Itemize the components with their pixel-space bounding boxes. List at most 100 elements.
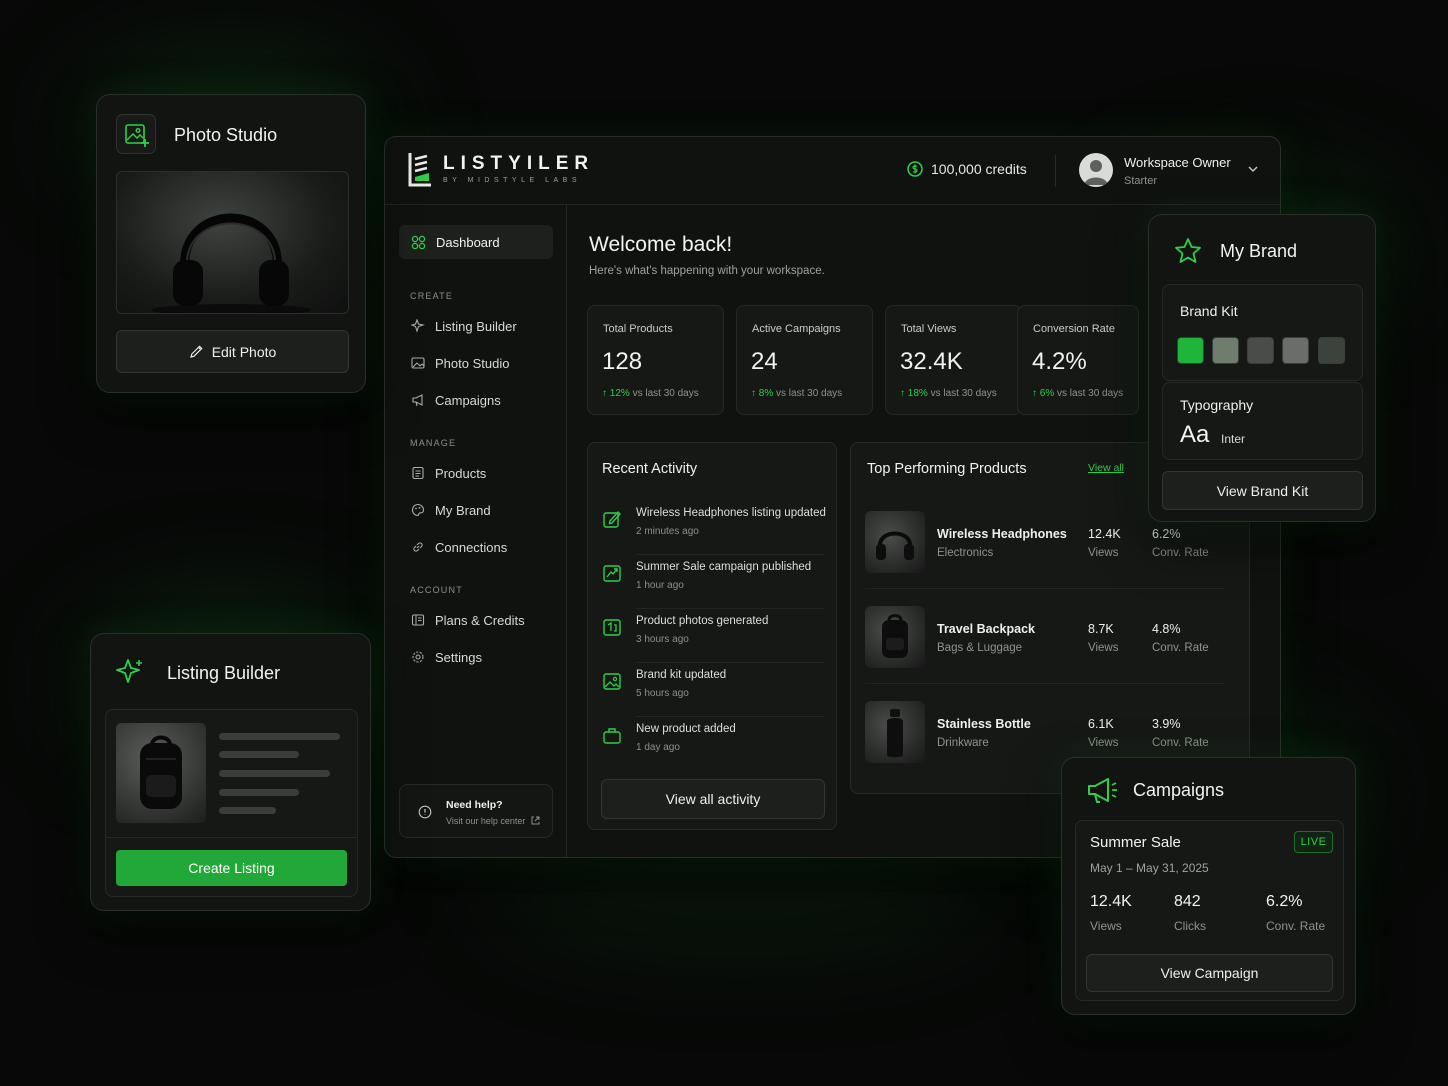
sidebar-item-connections[interactable]: Connections (399, 530, 553, 564)
stat-card-total-views[interactable]: Total Views 32.4K ↑ 18% vs last 30 days (885, 305, 1022, 415)
sidebar-item-photo-studio[interactable]: Photo Studio (399, 346, 553, 380)
image-icon (603, 673, 621, 690)
campaign-panel[interactable]: Summer Sale LIVE May 1 – May 31, 2025 12… (1075, 820, 1344, 1001)
product-category: Drinkware (937, 737, 989, 749)
card-title: Listing Builder (167, 663, 281, 683)
link-icon (413, 542, 423, 552)
list-item[interactable]: New product added 1 day ago (602, 717, 824, 771)
button-label: Edit Photo (211, 343, 277, 360)
gear-icon (412, 651, 424, 663)
product-conversion: 6.2% (1152, 527, 1181, 541)
activity-text: Summer Sale campaign published (636, 561, 812, 573)
section-account: ACCOUNT (410, 585, 463, 595)
color-swatch[interactable] (1282, 337, 1309, 364)
stat-change: ↑ 18% vs last 30 days (900, 388, 997, 399)
view-all-activity-button[interactable]: View all activity (601, 779, 825, 819)
divider (865, 588, 1225, 589)
edit-photo-button[interactable]: Edit Photo (116, 330, 349, 373)
sidebar-item-campaigns[interactable]: Campaigns (399, 383, 553, 417)
brand-kit-label: Brand Kit (1180, 303, 1238, 319)
megaphone-icon (1088, 778, 1117, 803)
stat-change: ↑ 6% vs last 30 days (1032, 388, 1124, 399)
typography-label: Typography (1180, 397, 1254, 413)
placeholder-line (219, 807, 276, 814)
megaphone-icon (412, 394, 423, 407)
list-item[interactable]: Product photos generated 3 hours ago (602, 609, 824, 663)
sidebar: Dashboard CREATE Listing Builder Photo S… (385, 205, 567, 857)
clicks-label: Clicks (1174, 919, 1206, 933)
divider (1055, 155, 1056, 187)
brand-kit-panel[interactable]: Brand Kit (1162, 284, 1363, 381)
campaign-dates: May 1 – May 31, 2025 (1090, 861, 1209, 875)
avatar[interactable] (1079, 153, 1113, 187)
create-listing-button[interactable]: Create Listing (116, 850, 347, 886)
card-title: Campaigns (1133, 780, 1225, 800)
activity-text: Product photos generated (636, 615, 769, 627)
dashboard-icon (411, 235, 426, 249)
list-item[interactable]: Brand kit updated 5 hours ago (602, 663, 824, 717)
panel-title: Top Performing Products (867, 461, 1027, 477)
typography-panel[interactable]: Typography Aa Inter (1162, 382, 1363, 460)
product-views: 8.7K (1088, 622, 1114, 636)
sidebar-item-listing-builder[interactable]: Listing Builder (399, 309, 553, 343)
stat-value: 32.4K (900, 348, 963, 375)
views-label: Views (1090, 919, 1122, 933)
palette-icon (411, 503, 425, 517)
help-title: Need help? (446, 799, 503, 811)
sidebar-item-plans[interactable]: Plans & Credits (399, 603, 553, 637)
add-image-icon (125, 124, 149, 147)
conversion-label: Conv. Rate (1152, 547, 1209, 559)
card-title: My Brand (1220, 241, 1298, 261)
activity-time: 1 day ago (636, 742, 680, 753)
stat-card-total-products[interactable]: Total Products 128 ↑ 12% vs last 30 days (587, 305, 724, 415)
product-photo[interactable] (116, 171, 349, 314)
color-swatch[interactable] (1177, 337, 1204, 364)
chevron-down-icon[interactable] (1247, 163, 1259, 175)
view-campaign-button[interactable]: View Campaign (1086, 954, 1333, 992)
view-brand-kit-button[interactable]: View Brand Kit (1162, 471, 1363, 510)
page-subtitle: Here's what's happening with your worksp… (589, 265, 825, 277)
workspace-name: Workspace Owner (1124, 155, 1231, 170)
placeholder-line (219, 751, 299, 758)
table-row[interactable]: Travel Backpack Bags & Luggage 8.7K View… (865, 602, 1225, 684)
credits-display[interactable]: 100,000 credits (907, 161, 1027, 177)
logo-icon (408, 153, 431, 187)
section-manage: MANAGE (410, 438, 457, 448)
color-swatch[interactable] (1247, 337, 1274, 364)
stat-card-active-campaigns[interactable]: Active Campaigns 24 ↑ 8% vs last 30 days (736, 305, 873, 415)
stat-label: Total Products (603, 323, 673, 335)
sidebar-item-label: My Brand (435, 502, 491, 518)
list-item[interactable]: Summer Sale campaign published 1 hour ag… (602, 555, 824, 609)
activity-text: Brand kit updated (636, 669, 727, 681)
top-bar: LISTYILER BY MIDSTYLE LABS 100,000 credi… (385, 137, 1280, 205)
sparkle-icon (116, 659, 142, 683)
listing-preview: Create Listing (105, 709, 358, 897)
views-label: Views (1088, 737, 1119, 749)
status-badge: LIVE (1294, 831, 1333, 853)
backpack-icon (882, 614, 908, 658)
sidebar-item-settings[interactable]: Settings (399, 640, 553, 674)
sidebar-item-dashboard[interactable]: Dashboard (399, 225, 553, 259)
list-item[interactable]: Wireless Headphones listing updated 2 mi… (602, 501, 826, 555)
stat-card-conversion-rate[interactable]: Conversion Rate 4.2% ↑ 6% vs last 30 day… (1017, 305, 1139, 415)
headphones-icon (876, 531, 914, 560)
sidebar-item-products[interactable]: Products (399, 456, 553, 490)
activity-time: 1 hour ago (636, 580, 684, 591)
help-box[interactable]: Need help? Visit our help center (399, 784, 553, 838)
color-swatch[interactable] (1318, 337, 1345, 364)
color-swatch[interactable] (1212, 337, 1239, 364)
logo-subtitle: BY MIDSTYLE LABS (443, 177, 582, 184)
view-all-link[interactable]: View all (1088, 462, 1124, 474)
bag-icon (603, 728, 621, 744)
campaigns-card: Campaigns Summer Sale LIVE May 1 – May 3… (1061, 757, 1356, 1015)
conversion-label: Conv. Rate (1152, 737, 1209, 749)
stat-value: 4.2% (1032, 348, 1087, 375)
activity-text: Wireless Headphones listing updated (636, 507, 826, 519)
product-views: 12.4K (1088, 527, 1121, 541)
clipboard-icon (412, 466, 424, 480)
logo[interactable]: LISTYILER BY MIDSTYLE LABS (407, 151, 594, 187)
help-link[interactable]: Visit our help center (446, 816, 540, 826)
sidebar-item-my-brand[interactable]: My Brand (399, 493, 553, 527)
activity-time: 2 minutes ago (636, 526, 699, 537)
section-create: CREATE (410, 291, 454, 301)
